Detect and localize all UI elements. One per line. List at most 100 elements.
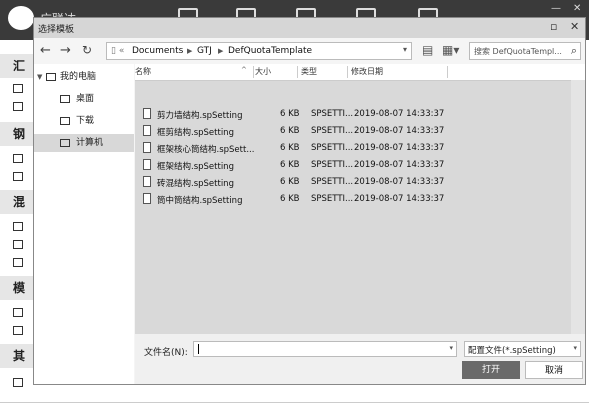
column-modified[interactable]: 修改日期	[351, 66, 383, 77]
breadcrumb-separator-icon: ▶	[187, 47, 193, 55]
forward-arrow-icon[interactable]: →	[60, 43, 71, 58]
search-icon[interactable]: ⌕	[571, 44, 577, 58]
file-list: 名称 ^ 大小 类型 修改日期 剪力墙结构.spSetting 6 KB SPS…	[135, 64, 585, 334]
file-type: SPSETTI...	[311, 143, 354, 153]
file-type: SPSETTI...	[311, 194, 354, 204]
dialog-title: 选择模板	[38, 25, 75, 35]
sidebar-item-icon	[13, 84, 23, 93]
sidebar-item-icon	[13, 102, 23, 111]
sidebar-section-5[interactable]: 其	[0, 344, 33, 368]
close-icon[interactable]: ✕	[573, 3, 581, 14]
navigation-tree: ▼ 我的电脑 桌面 下载 计算机	[34, 64, 134, 384]
filetype-select[interactable]: 配置文件(*.spSetting) ▾	[464, 341, 581, 357]
tree-item-computer[interactable]: 计算机	[34, 134, 134, 152]
address-bar[interactable]: ▯ « Documents ▶ GTJ ▶ DefQuotaTemplate ▾	[106, 42, 412, 60]
file-icon	[143, 142, 151, 153]
sidebar-item-icon	[13, 378, 23, 387]
sidebar-item-icon	[13, 326, 23, 335]
sidebar-section-1[interactable]: 汇	[0, 54, 33, 78]
open-template-dialog: 选择模板 ▫ ✕ ← → ↻ ▯ « Documents ▶ GTJ ▶ Def…	[33, 17, 586, 385]
column-divider[interactable]	[297, 66, 298, 78]
filename-input[interactable]: ▾	[193, 341, 457, 357]
dialog-close-icon[interactable]: ✕	[570, 20, 579, 33]
sidebar-section-3[interactable]: 混	[0, 190, 33, 214]
breadcrumb-separator-icon: ▶	[218, 47, 224, 55]
file-type: SPSETTI...	[311, 160, 354, 170]
tree-item-label: 桌面	[76, 94, 95, 104]
folder-icon: ▯ «	[111, 46, 125, 56]
sidebar-item-icon	[13, 154, 23, 163]
app-logo	[8, 6, 34, 30]
expand-icon[interactable]: ▼	[37, 68, 42, 86]
tree-item-label: 下载	[76, 116, 95, 126]
tree-item-label: 计算机	[76, 138, 104, 148]
file-name: 剪力墙结构.spSetting	[157, 111, 243, 121]
sidebar-item-icon	[13, 222, 23, 231]
navigation-bar: ← → ↻ ▯ « Documents ▶ GTJ ▶ DefQuotaTemp…	[34, 38, 585, 64]
file-row[interactable]: 剪力墙结构.spSetting 6 KB SPSETTI... 2019-08-…	[135, 106, 585, 123]
search-placeholder: 搜索 DefQuotaTempl...	[474, 47, 562, 56]
file-icon	[143, 159, 151, 170]
file-size: 6 KB	[280, 194, 300, 204]
open-button[interactable]: 打开	[462, 361, 520, 379]
file-icon	[143, 176, 151, 187]
search-input[interactable]: 搜索 DefQuotaTempl... ⌕	[469, 42, 581, 60]
file-name: 筒中筒结构.spSetting	[157, 196, 243, 206]
minimize-icon[interactable]: —	[551, 3, 561, 14]
file-row[interactable]: 框剪结构.spSetting 6 KB SPSETTI... 2019-08-0…	[135, 123, 585, 140]
sidebar-item-icon	[13, 172, 23, 181]
desktop-icon	[60, 95, 70, 103]
app-statusbar	[0, 402, 589, 416]
dialog-footer: 文件名(N): ▾ 配置文件(*.spSetting) ▾ 打开 取消	[135, 334, 585, 384]
file-size: 6 KB	[280, 177, 300, 187]
file-row[interactable]: 筒中筒结构.spSetting 6 KB SPSETTI... 2019-08-…	[135, 191, 585, 208]
refresh-icon[interactable]: ↻	[82, 43, 92, 57]
file-name: 框架核心筒结构.spSett...	[157, 145, 255, 155]
file-type: SPSETTI...	[311, 126, 354, 136]
dialog-titlebar: 选择模板 ▫ ✕	[34, 18, 585, 38]
sidebar-item-icon	[13, 308, 23, 317]
filetype-dropdown-icon[interactable]: ▾	[573, 344, 577, 352]
new-folder-icon[interactable]: ▤	[422, 43, 433, 57]
sort-arrow-icon: ^	[241, 66, 247, 74]
file-name: 框架结构.spSetting	[157, 162, 234, 172]
tree-item-downloads[interactable]: 下载	[34, 112, 134, 130]
file-size: 6 KB	[280, 109, 300, 119]
file-size: 6 KB	[280, 126, 300, 136]
file-name: 框剪结构.spSetting	[157, 128, 234, 138]
file-name: 砖混结构.spSetting	[157, 179, 234, 189]
file-modified: 2019-08-07 14:33:37	[354, 177, 445, 187]
cancel-button[interactable]: 取消	[525, 361, 583, 379]
column-type[interactable]: 类型	[301, 66, 317, 77]
tree-item-desktop[interactable]: 桌面	[34, 90, 134, 108]
sidebar-section-4[interactable]: 模	[0, 276, 33, 300]
text-caret	[198, 344, 199, 354]
breadcrumb-gtj[interactable]: GTJ	[197, 46, 212, 56]
breadcrumb-defquotatemplate[interactable]: DefQuotaTemplate	[228, 46, 312, 56]
filename-label: 文件名(N):	[144, 348, 188, 358]
maximize-icon[interactable]: ▫	[550, 20, 557, 33]
column-size[interactable]: 大小	[255, 66, 271, 77]
file-modified: 2019-08-07 14:33:37	[354, 194, 445, 204]
file-modified: 2019-08-07 14:33:37	[354, 143, 445, 153]
tree-item-my-computer[interactable]: ▼ 我的电脑	[34, 68, 134, 86]
filename-dropdown-icon[interactable]: ▾	[449, 344, 453, 352]
tree-item-label: 我的电脑	[60, 72, 97, 82]
column-divider[interactable]	[253, 66, 254, 78]
file-type: SPSETTI...	[311, 177, 354, 187]
breadcrumb-documents[interactable]: Documents	[132, 46, 183, 56]
computer-icon	[46, 73, 56, 81]
file-modified: 2019-08-07 14:33:37	[354, 160, 445, 170]
column-name[interactable]: 名称	[135, 66, 151, 77]
vertical-scrollbar[interactable]	[571, 80, 585, 334]
sidebar-item-icon	[13, 258, 23, 267]
file-row[interactable]: 框架核心筒结构.spSett... 6 KB SPSETTI... 2019-0…	[135, 140, 585, 157]
column-divider[interactable]	[447, 66, 448, 78]
column-divider[interactable]	[347, 66, 348, 78]
file-row[interactable]: 框架结构.spSetting 6 KB SPSETTI... 2019-08-0…	[135, 157, 585, 174]
view-options-icon[interactable]: ▦▾	[442, 43, 459, 57]
address-dropdown-icon[interactable]: ▾	[403, 45, 407, 54]
sidebar-section-2[interactable]: 钢	[0, 122, 33, 146]
back-arrow-icon[interactable]: ←	[40, 43, 51, 58]
file-row[interactable]: 砖混结构.spSetting 6 KB SPSETTI... 2019-08-0…	[135, 174, 585, 191]
